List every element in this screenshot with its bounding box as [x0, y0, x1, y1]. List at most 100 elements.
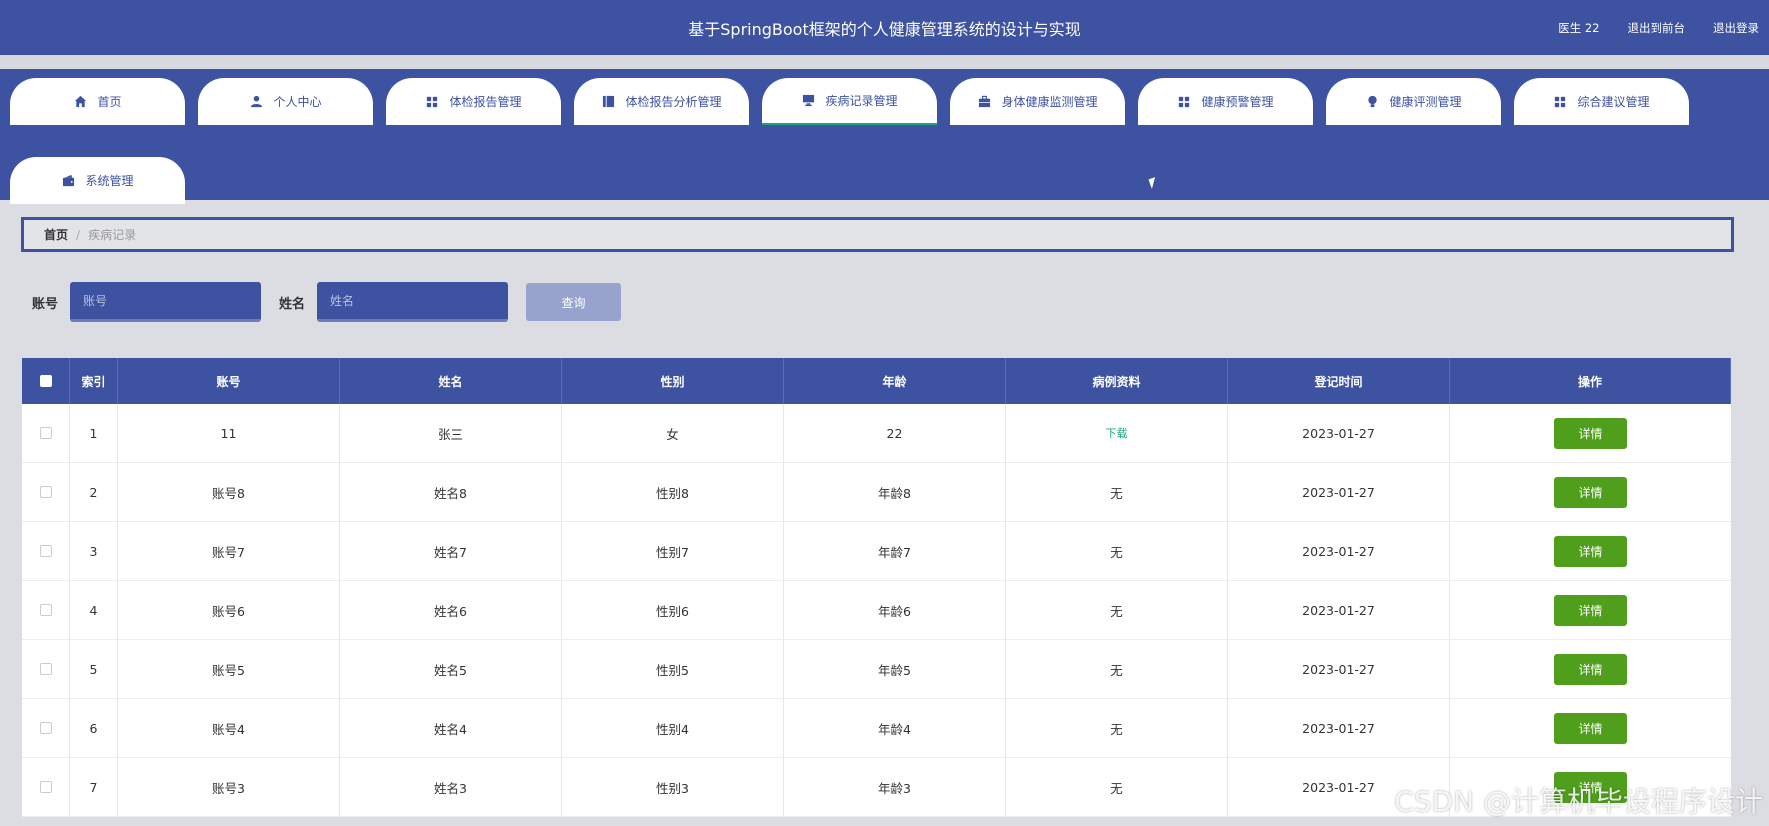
nav-tab-3[interactable]: 体检报告分析管理	[574, 78, 749, 125]
nav-tab-0[interactable]: 首页	[10, 78, 185, 125]
cell-age: 年龄7	[784, 522, 1006, 580]
row-select-cell	[22, 463, 70, 521]
cell-age: 年龄4	[784, 699, 1006, 757]
nav-tab-label: 个人中心	[273, 95, 322, 109]
nav-tab-4[interactable]: 疾病记录管理	[762, 78, 937, 125]
top-header: 基于SpringBoot框架的个人健康管理系统的设计与实现 医生 22 退出到前…	[0, 0, 1769, 55]
cell-age: 22	[784, 404, 1006, 462]
cell-index: 7	[70, 758, 118, 816]
cell-index: 2	[70, 463, 118, 521]
detail-button[interactable]: 详情	[1554, 417, 1627, 449]
row-checkbox[interactable]	[39, 604, 52, 616]
row-checkbox[interactable]	[39, 427, 52, 439]
cell-actions: 详情	[1450, 640, 1731, 698]
download-link[interactable]: 下载	[1106, 425, 1128, 441]
cell-index: 6	[70, 699, 118, 757]
row-select-cell	[22, 581, 70, 639]
row-select-cell	[22, 640, 70, 698]
cell-name: 姓名3	[340, 758, 562, 816]
table-row: 1 11 张三女 22 下载 2023-01-27 详情	[22, 404, 1731, 463]
table-row: 3 账号7 姓名7 性别7 年龄7 无 2023-01-27 详情	[22, 522, 1731, 581]
breadcrumb-current: 疾病记录	[88, 228, 137, 242]
watermark: CSDN @计算机毕设程序设计	[1394, 785, 1763, 818]
cell-account: 11	[118, 404, 340, 462]
row-checkbox[interactable]	[39, 663, 52, 675]
cell-register-time: 2023-01-27	[1228, 581, 1450, 639]
name-input[interactable]	[317, 282, 509, 322]
nav-tab-label: 身体健康监测管理	[1001, 95, 1098, 109]
case-file-value: 无	[1110, 721, 1123, 737]
table-row: 2 账号8 姓名8 性别8 年龄8 无 2023-01-27 详情	[22, 463, 1731, 522]
logout-link[interactable]: 退出登录	[1713, 20, 1759, 36]
nav-tab-6[interactable]: 健康预警管理	[1138, 78, 1313, 125]
detail-button[interactable]: 详情	[1554, 653, 1627, 685]
cell-age: 年龄5	[784, 640, 1006, 698]
nav-tab-label: 综合建议管理	[1577, 95, 1650, 109]
cell-account: 账号8	[118, 463, 340, 521]
nav-tab-label: 健康评测管理	[1389, 95, 1462, 109]
detail-button[interactable]: 详情	[1554, 476, 1627, 508]
search-bar: 账号 姓名 查询	[32, 282, 622, 322]
header-actions: 医生 22 退出到前台 退出登录	[1558, 20, 1759, 36]
cell-register-time: 2023-01-27	[1228, 463, 1450, 521]
cell-account: 账号3	[118, 758, 340, 816]
header-register-time: 登记时间	[1228, 358, 1450, 404]
row-select-cell	[22, 522, 70, 580]
grid-icon	[1177, 95, 1191, 109]
cell-register-time: 2023-01-27	[1228, 699, 1450, 757]
cell-name: 姓名7	[340, 522, 562, 580]
case-file-value: 无	[1110, 780, 1123, 796]
cell-actions: 详情	[1450, 404, 1731, 462]
row-checkbox[interactable]	[39, 486, 52, 498]
cell-index: 3	[70, 522, 118, 580]
cell-age: 年龄6	[784, 581, 1006, 639]
nav-tab-8[interactable]: 综合建议管理	[1514, 78, 1689, 125]
cell-account: 账号6	[118, 581, 340, 639]
row-checkbox[interactable]	[39, 545, 52, 557]
row-select-cell	[22, 758, 70, 816]
account-input[interactable]	[70, 282, 262, 322]
cell-case-file: 无	[1006, 463, 1228, 521]
row-select-cell	[22, 699, 70, 757]
cell-gender: 性别6	[562, 581, 784, 639]
breadcrumb-home[interactable]: 首页	[44, 226, 68, 243]
header-divider	[0, 55, 1769, 69]
row-checkbox[interactable]	[39, 781, 52, 793]
grid-icon	[1553, 95, 1567, 109]
cell-case-file: 无	[1006, 522, 1228, 580]
cell-gender: 性别3	[562, 758, 784, 816]
header-index: 索引	[70, 358, 118, 404]
book-icon	[601, 95, 615, 109]
query-button[interactable]: 查询	[526, 283, 622, 321]
cell-name: 张三	[340, 404, 562, 462]
select-all-checkbox[interactable]	[39, 375, 52, 387]
nav-tab-1[interactable]: 个人中心	[198, 78, 373, 125]
main-nav: 首页 个人中心 体检报告管理 体检报告分析管理 疾病记录管理 身体健康监测管理 健康预警管理…	[0, 69, 1769, 204]
cell-index: 5	[70, 640, 118, 698]
nav-tab-5[interactable]: 身体健康监测管理	[950, 78, 1125, 125]
cell-gender: 性别5	[562, 640, 784, 698]
detail-button[interactable]: 详情	[1554, 535, 1627, 567]
case-file-value: 无	[1110, 544, 1123, 560]
cell-case-file: 下载	[1006, 404, 1228, 462]
row-checkbox[interactable]	[39, 722, 52, 734]
detail-button[interactable]: 详情	[1554, 594, 1627, 626]
nav-tab-label: 疾病记录管理	[825, 94, 898, 108]
cell-name: 姓名5	[340, 640, 562, 698]
detail-button[interactable]: 详情	[1554, 712, 1627, 744]
table-row: 6 账号4 姓名4 性别4 年龄4 无 2023-01-27 详情	[22, 699, 1731, 758]
cell-index: 1	[70, 404, 118, 462]
cell-register-time: 2023-01-27	[1228, 522, 1450, 580]
cell-register-time: 2023-01-27	[1228, 404, 1450, 462]
account-label: 账号	[32, 296, 59, 312]
exit-to-front-link[interactable]: 退出到前台	[1628, 20, 1686, 36]
nav-tab-2[interactable]: 体检报告管理	[386, 78, 561, 125]
current-user: 医生 22	[1558, 21, 1600, 35]
cell-name: 姓名4	[340, 699, 562, 757]
app-title: 基于SpringBoot框架的个人健康管理系统的设计与实现	[688, 20, 1081, 39]
nav-tab-7[interactable]: 健康评测管理	[1326, 78, 1501, 125]
cell-actions: 详情	[1450, 522, 1731, 580]
nav-tab-9[interactable]: 系统管理	[10, 157, 185, 204]
table-row: 4 账号6 姓名6 性别6 年龄6 无 2023-01-27 详情	[22, 581, 1731, 640]
records-table: 索引 账号 姓名 性别 年龄 病例资料 登记时间 操作 1 11 张三女 22 下载 20…	[22, 358, 1731, 817]
